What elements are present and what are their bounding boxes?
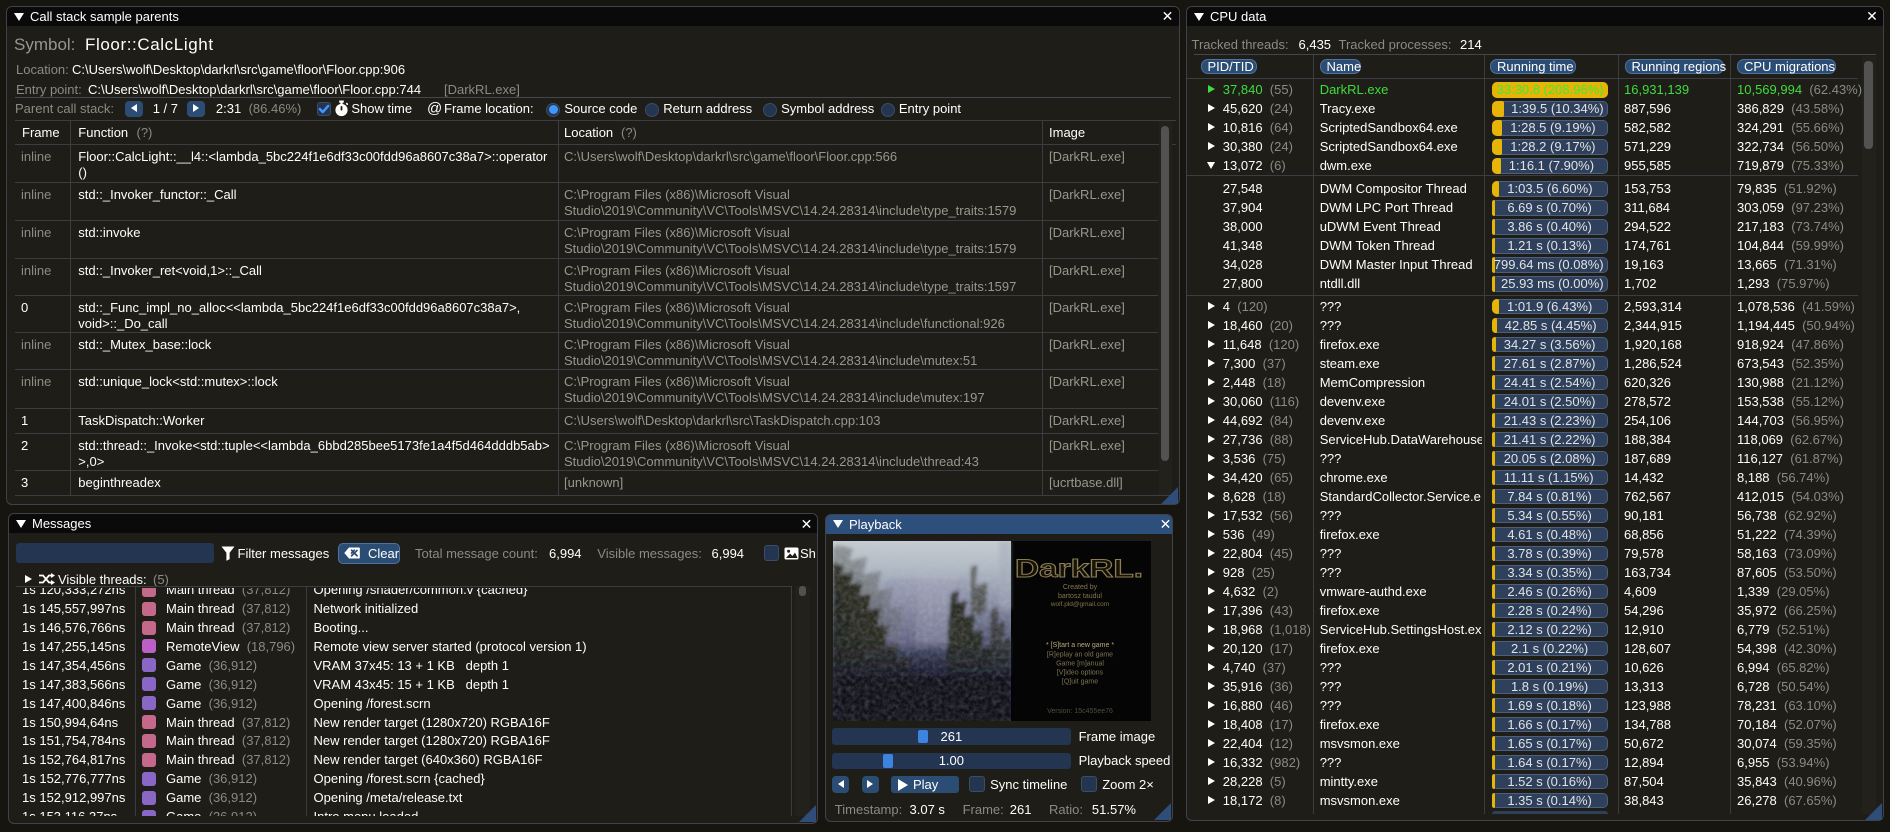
svg-text:[R]eplay an old game: [R]eplay an old game (1047, 651, 1113, 658)
svg-text:wolf.pld@gmail.com: wolf.pld@gmail.com (1050, 601, 1109, 608)
svg-text:[V]ideo options: [V]ideo options (1057, 669, 1104, 676)
svg-text:Created by: Created by (1063, 584, 1098, 591)
svg-text:[Q]uit game: [Q]uit game (1062, 678, 1098, 685)
svg-text:bartosz taudul: bartosz taudul (1058, 593, 1102, 600)
svg-text:Version: 15c455ee76: Version: 15c455ee76 (1047, 708, 1113, 715)
svg-text:* [S]tart a new game *: * [S]tart a new game * (1046, 642, 1114, 649)
svg-text:Game [m]anual: Game [m]anual (1056, 660, 1104, 667)
svg-text:DarkRL.: DarkRL. (1015, 555, 1143, 583)
